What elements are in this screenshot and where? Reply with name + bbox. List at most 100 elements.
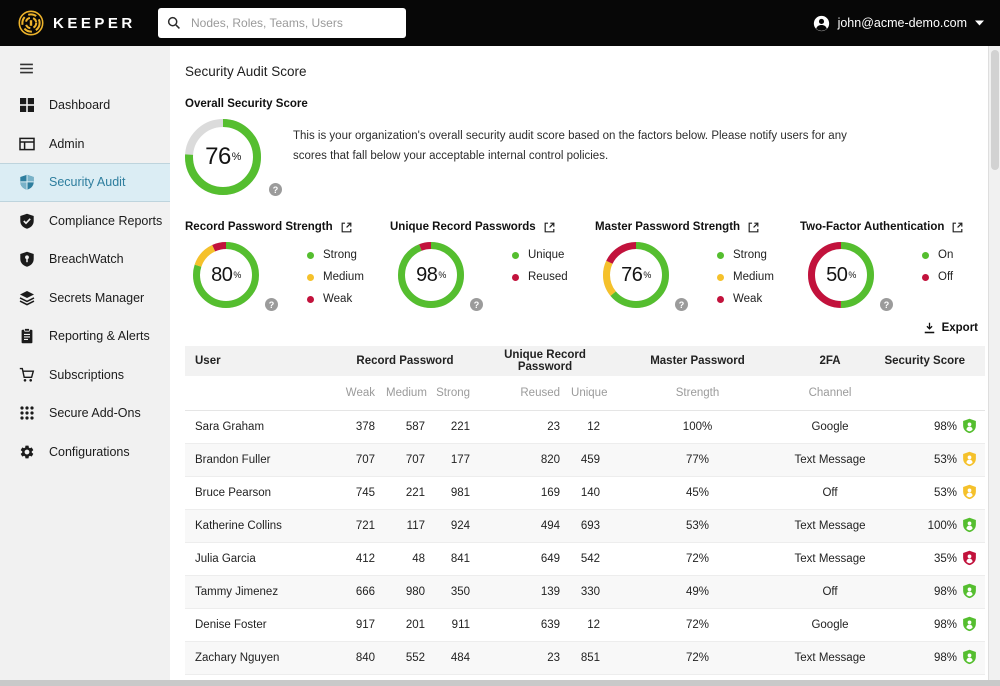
keeper-logo-icon <box>18 10 44 36</box>
overall-score-donut: 76% ? <box>185 119 282 196</box>
sidebar-item-security-audit[interactable]: Security Audit <box>0 163 170 202</box>
user-link[interactable]: Julia Garcia <box>185 542 330 575</box>
open-detail-button[interactable] <box>341 222 352 233</box>
metric-donut-value: 80% <box>193 242 259 308</box>
help-icon[interactable]: ? <box>470 298 483 311</box>
metric-title-row: Record Password Strength <box>185 221 390 233</box>
cell-strong: 841 <box>450 552 471 565</box>
sidebar-item-subscriptions[interactable]: Subscriptions <box>0 356 170 395</box>
metric-legend: Strong Medium Weak <box>307 249 364 308</box>
legend-dot-red <box>922 274 929 281</box>
chevron-down-icon <box>975 20 984 26</box>
cell-strong: 221 <box>450 420 471 433</box>
overall-score-section: 76% ? This is your organization's overal… <box>185 119 988 196</box>
account-email: john@acme-demo.com <box>837 16 967 30</box>
subscriptions-icon <box>18 366 35 383</box>
legend-label: Medium <box>323 271 364 283</box>
table-row: Brandon Fuller 707 707 177 820 459 77% Text Mes… <box>185 443 986 476</box>
cell-weak: 412 <box>355 552 375 565</box>
table-row: Bruce Pearson 745 221 981 169 140 45% Off 53% <box>185 476 986 509</box>
cell-unique: 459 <box>580 453 601 466</box>
metric-body: 98%? Unique Reused <box>390 242 595 311</box>
metric-title: Record Password Strength <box>185 221 333 233</box>
help-icon[interactable]: ? <box>675 298 688 311</box>
scrollbar[interactable] <box>988 46 1000 686</box>
cell-reused: 139 <box>540 585 561 598</box>
cell-unique: 542 <box>580 552 601 565</box>
metric-card-unique-record-passwords: Unique Record Passwords 98%? Unique Reused <box>390 221 595 311</box>
cell-strength: 72% <box>686 618 710 631</box>
sub-column-spacer <box>875 376 986 411</box>
sidebar-item-configurations[interactable]: Configurations <box>0 433 170 472</box>
score-shield-icon <box>963 418 976 433</box>
metric-value: 80 <box>211 263 233 286</box>
cell-security-score: 98% <box>875 641 985 674</box>
sidebar-item-secrets-manager[interactable]: Secrets Manager <box>0 279 170 318</box>
cell-security-score: 53% <box>875 476 985 509</box>
legend-dot-red <box>717 296 724 303</box>
sidebar-item-admin[interactable]: Admin <box>0 125 170 164</box>
help-icon[interactable]: ? <box>269 183 282 196</box>
help-icon[interactable]: ? <box>880 298 893 311</box>
column-header: 2FA <box>785 346 876 376</box>
user-link[interactable]: Denise Foster <box>185 608 330 641</box>
metric-donut-value: 50% <box>808 242 874 308</box>
cell-medium: 201 <box>405 618 425 631</box>
metric-value: 50 <box>826 263 848 286</box>
help-icon[interactable]: ? <box>265 298 278 311</box>
score-shield-icon <box>963 649 976 664</box>
external-link-icon <box>341 222 352 232</box>
user-link[interactable]: Sara Graham <box>185 410 330 443</box>
user-link[interactable]: Tammy Jimenez <box>185 575 330 608</box>
sidebar-item-compliance-reports[interactable]: Compliance Reports <box>0 202 170 241</box>
user-link[interactable]: Katherine Collins <box>185 509 330 542</box>
sub-column-header: Channel <box>785 376 876 411</box>
cell-channel: Google <box>811 420 849 433</box>
secrets-manager-icon <box>18 289 35 306</box>
sidebar-item-dashboard[interactable]: Dashboard <box>0 86 170 125</box>
sidebar-item-label: Admin <box>49 136 85 151</box>
external-link-icon <box>748 222 759 232</box>
export-button[interactable]: Export <box>924 322 978 334</box>
sidebar-toggle[interactable] <box>18 59 38 77</box>
cell-channel: Off <box>822 486 838 499</box>
scrollbar-thumb[interactable] <box>991 50 999 170</box>
search-input[interactable] <box>189 15 397 31</box>
sub-column-header: Unique <box>570 376 611 411</box>
cell-weak: 707 <box>355 453 375 466</box>
sidebar-item-reporting-alerts[interactable]: Reporting & Alerts <box>0 317 170 356</box>
cell-security-score: 53% <box>875 443 985 476</box>
user-link[interactable]: Bruce Pearson <box>185 476 330 509</box>
legend-item: Medium <box>307 271 364 283</box>
score-value: 98% <box>933 585 958 598</box>
sidebar-item-breachwatch[interactable]: BreachWatch <box>0 240 170 279</box>
legend-dot-red <box>307 296 314 303</box>
user-link[interactable]: Zachary Nguyen <box>185 641 330 674</box>
global-search[interactable] <box>158 8 406 38</box>
sidebar-item-secure-add-ons[interactable]: Secure Add-Ons <box>0 394 170 433</box>
account-menu[interactable]: john@acme-demo.com <box>813 0 984 46</box>
cell-weak: 378 <box>355 420 375 433</box>
user-avatar-icon <box>813 15 830 32</box>
cell-unique: 12 <box>587 618 601 631</box>
open-detail-button[interactable] <box>952 222 963 233</box>
cell-channel: Text Message <box>794 651 866 664</box>
open-detail-button[interactable] <box>748 222 759 233</box>
open-detail-button[interactable] <box>544 222 555 233</box>
metric-unit: % <box>848 270 856 280</box>
cell-reused: 820 <box>540 453 561 466</box>
page-title: Security Audit Score <box>185 64 307 79</box>
metric-cards: Record Password Strength 80%? Strong Medium… <box>185 221 988 311</box>
user-link[interactable]: Brandon Fuller <box>185 443 330 476</box>
security-audit-icon <box>18 174 35 191</box>
column-header: User <box>185 346 330 376</box>
legend-item: Medium <box>717 271 774 283</box>
metric-unit: % <box>438 270 446 280</box>
external-link-icon <box>952 222 963 232</box>
legend-item: Unique <box>512 249 568 261</box>
cell-strong: 981 <box>450 486 471 499</box>
cell-unique: 851 <box>580 651 601 664</box>
overall-score-title: Overall Security Score <box>185 98 308 110</box>
metric-donut: 76%? <box>603 242 688 311</box>
table-row: Katherine Collins 721 117 924 494 693 53% Text … <box>185 509 986 542</box>
